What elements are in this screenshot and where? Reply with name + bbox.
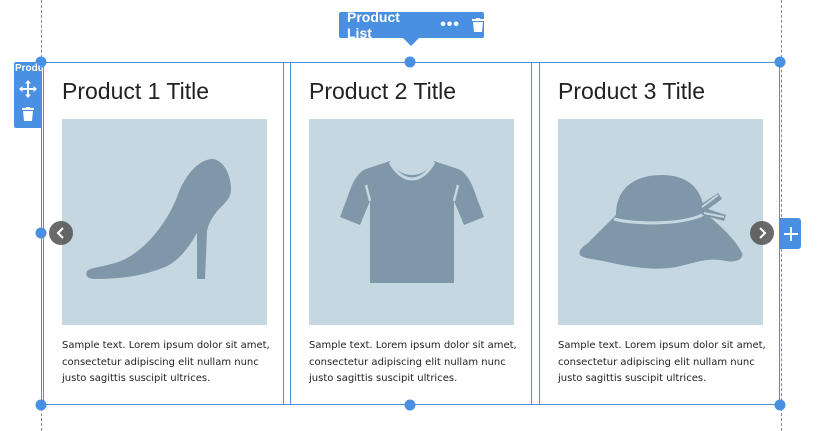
side-delete-icon[interactable] [22,107,34,126]
component-label[interactable]: Product List [347,9,426,41]
resize-handle-bottom[interactable] [404,399,416,411]
resize-handle-top-right[interactable] [774,56,786,68]
more-options-icon[interactable]: ••• [440,17,460,33]
selection-frame [41,62,780,405]
component-toolbar-pointer [403,38,419,46]
chevron-right-icon [759,227,767,239]
side-toolbar-label: Product List [15,63,42,74]
side-toolbar: Product List [14,62,42,128]
resize-handle-left[interactable] [35,227,47,239]
previous-slide-button[interactable] [49,221,73,245]
move-icon[interactable] [19,80,37,103]
delete-icon[interactable] [472,18,484,32]
resize-handle-top[interactable] [404,56,416,68]
plus-icon [783,226,798,241]
resize-handle-bottom-left[interactable] [35,399,47,411]
chevron-left-icon [56,227,64,239]
resize-handle-bottom-right[interactable] [774,399,786,411]
add-element-button[interactable] [780,218,801,249]
next-slide-button[interactable] [750,221,774,245]
component-toolbar: Product List ••• [339,9,484,41]
